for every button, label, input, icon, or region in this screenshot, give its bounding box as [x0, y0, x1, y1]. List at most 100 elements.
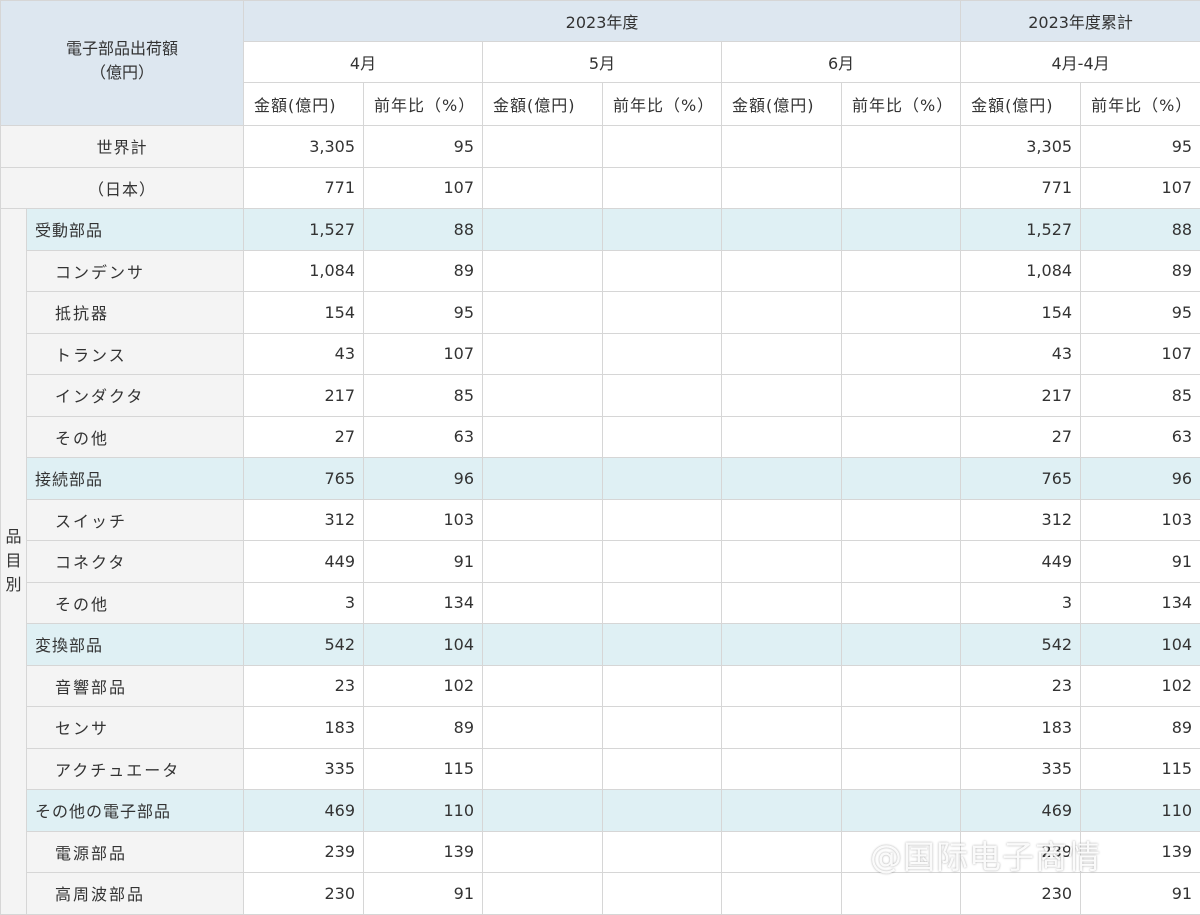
amount-cell: 771: [244, 167, 364, 209]
empty-cell: [603, 831, 722, 873]
amount-cell: 312: [244, 499, 364, 541]
empty-cell: [722, 333, 842, 375]
row-label: 変換部品: [27, 624, 244, 666]
empty-cell: [483, 375, 603, 417]
empty-cell: [842, 748, 961, 790]
row-label: インダクタ: [27, 375, 244, 417]
empty-cell: [483, 707, 603, 749]
row-label: コンデンサ: [27, 250, 244, 292]
empty-cell: [842, 873, 961, 915]
yoy-cell: 139: [364, 831, 483, 873]
empty-cell: [722, 416, 842, 458]
shipment-table: 電子部品出荷額 （億円） 2023年度 2023年度累計 4月 5月 6月 4月…: [0, 0, 1200, 915]
empty-cell: [722, 748, 842, 790]
empty-cell: [603, 582, 722, 624]
yoy-cell: 134: [364, 582, 483, 624]
empty-cell: [842, 375, 961, 417]
row-label: （日本）: [1, 167, 244, 209]
empty-cell: [483, 790, 603, 832]
cum-yoy-cell: 91: [1081, 873, 1200, 915]
table-row-item: スイッチ312103312103: [1, 499, 1200, 541]
row-label: トランス: [27, 333, 244, 375]
empty-cell: [603, 333, 722, 375]
col-amount-apr: 金額(億円): [244, 83, 364, 126]
empty-cell: [722, 499, 842, 541]
yoy-cell: 104: [364, 624, 483, 666]
cum-amount-cell: 469: [961, 790, 1081, 832]
yoy-cell: 91: [364, 541, 483, 583]
table-row-item: その他31343134: [1, 582, 1200, 624]
table-row-category: 品目別受動部品1,527881,52788: [1, 209, 1200, 251]
table-row-item: 抵抗器1549515495: [1, 292, 1200, 334]
cumulative-header: 2023年度累計: [961, 1, 1200, 42]
cum-yoy-cell: 95: [1081, 126, 1200, 168]
cum-amount-cell: 1,527: [961, 209, 1081, 251]
cum-amount-cell: 1,084: [961, 250, 1081, 292]
empty-cell: [603, 375, 722, 417]
row-label: その他: [27, 416, 244, 458]
yoy-cell: 89: [364, 707, 483, 749]
cum-yoy-cell: 95: [1081, 292, 1200, 334]
yoy-cell: 95: [364, 126, 483, 168]
month-header-apr: 4月: [244, 42, 483, 83]
yoy-cell: 107: [364, 167, 483, 209]
yoy-cell: 85: [364, 375, 483, 417]
row-label: 抵抗器: [27, 292, 244, 334]
col-yoy-jun: 前年比（%）: [842, 83, 961, 126]
cum-amount-cell: 23: [961, 665, 1081, 707]
amount-cell: 217: [244, 375, 364, 417]
yoy-cell: 115: [364, 748, 483, 790]
cum-amount-cell: 217: [961, 375, 1081, 417]
empty-cell: [603, 292, 722, 334]
row-label: 接続部品: [27, 458, 244, 500]
table-row-world-total: 世界計 3,305 95 3,305 95: [1, 126, 1200, 168]
col-amount-may: 金額(億円): [483, 83, 603, 126]
empty-cell: [483, 541, 603, 583]
empty-cell: [842, 665, 961, 707]
table-row-item: センサ1838918389: [1, 707, 1200, 749]
amount-cell: 3: [244, 582, 364, 624]
empty-cell: [603, 707, 722, 749]
empty-cell: [842, 333, 961, 375]
corner-unit: （億円）: [1, 61, 243, 85]
empty-cell: [722, 790, 842, 832]
amount-cell: 183: [244, 707, 364, 749]
amount-cell: 239: [244, 831, 364, 873]
empty-cell: [722, 458, 842, 500]
empty-cell: [603, 250, 722, 292]
empty-cell: [603, 873, 722, 915]
empty-cell: [842, 209, 961, 251]
row-label: その他の電子部品: [27, 790, 244, 832]
cum-amount-cell: 765: [961, 458, 1081, 500]
cum-amount-cell: 154: [961, 292, 1081, 334]
yoy-cell: 88: [364, 209, 483, 251]
empty-cell: [483, 167, 603, 209]
empty-cell: [483, 624, 603, 666]
cum-amount-cell: 43: [961, 333, 1081, 375]
yoy-cell: 89: [364, 250, 483, 292]
cum-yoy-cell: 96: [1081, 458, 1200, 500]
col-yoy-apr: 前年比（%）: [364, 83, 483, 126]
empty-cell: [722, 167, 842, 209]
empty-cell: [603, 167, 722, 209]
cum-yoy-cell: 107: [1081, 167, 1200, 209]
cum-amount-cell: 542: [961, 624, 1081, 666]
amount-cell: 23: [244, 665, 364, 707]
cum-yoy-cell: 63: [1081, 416, 1200, 458]
table-row-japan: （日本） 771 107 771 107: [1, 167, 1200, 209]
empty-cell: [722, 541, 842, 583]
empty-cell: [722, 126, 842, 168]
row-label: 高周波部品: [27, 873, 244, 915]
empty-cell: [603, 790, 722, 832]
empty-cell: [722, 292, 842, 334]
col-amount-jun: 金額(億円): [722, 83, 842, 126]
yoy-cell: 103: [364, 499, 483, 541]
empty-cell: [842, 499, 961, 541]
empty-cell: [722, 375, 842, 417]
empty-cell: [842, 416, 961, 458]
empty-cell: [722, 624, 842, 666]
cum-amount-cell: 449: [961, 541, 1081, 583]
empty-cell: [603, 458, 722, 500]
empty-cell: [722, 707, 842, 749]
row-label: アクチュエータ: [27, 748, 244, 790]
